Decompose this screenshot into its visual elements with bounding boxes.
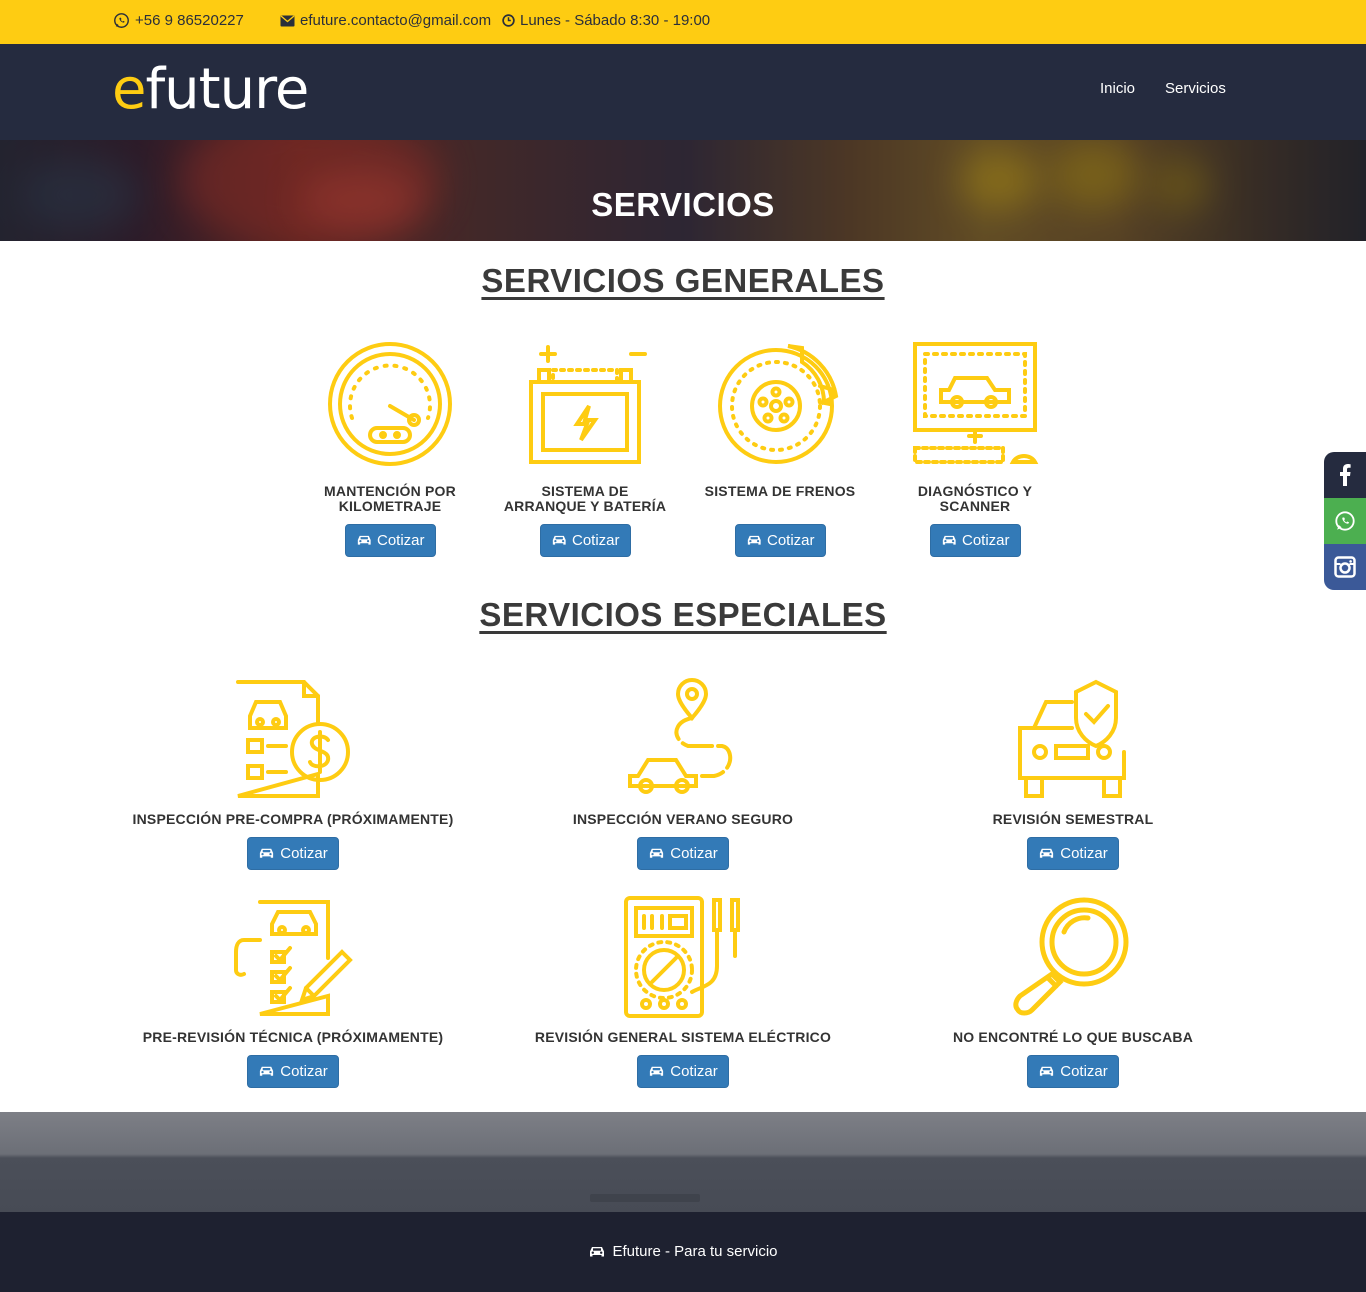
clock-icon: [502, 14, 515, 27]
checklist-icon: [234, 900, 353, 1016]
brake-disc-icon: [718, 344, 839, 464]
logo-text: future: [145, 57, 309, 122]
car-icon: [747, 535, 761, 545]
cotizar-button[interactable]: Cotizar: [247, 1055, 339, 1088]
service-pre-revision-tecnica: PRE-REVISIÓN TÉCNICA (PRÓXIMAMENTE) Coti…: [98, 896, 488, 1088]
main-navbar: efuture Inicio Servicios: [0, 44, 1366, 140]
service-label: REVISIÓN GENERAL SISTEMA ELÉCTRICO: [534, 1029, 832, 1045]
opening-hours: Lunes - Sábado 8:30 - 19:00: [502, 12, 710, 29]
magnifier-icon: [1013, 897, 1129, 1016]
footer-image-band: [0, 1112, 1366, 1212]
car-icon: [1040, 1066, 1054, 1076]
logo-e: e: [112, 57, 146, 122]
car-icon: [552, 535, 566, 545]
service-label: INSPECCIÓN VERANO SEGURO: [572, 811, 794, 827]
footer-copyright: Efuture - Para tu servicio: [612, 1243, 778, 1260]
service-diagnostico: DIAGNÓSTICO Y SCANNER Cotizar: [895, 340, 1055, 557]
car-shield-icon: [1018, 679, 1126, 798]
section-title-generales: SERVICIOS GENERALES: [481, 262, 885, 299]
car-route-icon: [628, 678, 733, 794]
service-inspeccion-pre-compra: INSPECCIÓN PRE-COMPRA (PRÓXIMAMENTE) Cot…: [98, 678, 488, 870]
email-contact[interactable]: efuture.contacto@gmail.com: [280, 12, 491, 29]
cotizar-button[interactable]: Cotizar: [539, 524, 631, 557]
multimeter-icon: [624, 896, 740, 1018]
car-icon: [260, 848, 274, 858]
footer: Efuture - Para tu servicio: [0, 1212, 1366, 1292]
cotizar-button[interactable]: Cotizar: [637, 1055, 729, 1088]
diagnostic-computer-icon: [913, 342, 1039, 464]
service-label: INSPECCIÓN PRE-COMPRA (PRÓXIMAMENTE): [132, 811, 454, 827]
cotizar-button[interactable]: Cotizar: [247, 837, 339, 870]
service-no-encontre: NO ENCONTRÉ LO QUE BUSCABA Cotizar: [878, 896, 1268, 1088]
hero-banner: SERVICIOS: [0, 140, 1366, 241]
service-revision-semestral: REVISIÓN SEMESTRAL Cotizar: [878, 678, 1268, 870]
service-label: REVISIÓN SEMESTRAL: [992, 811, 1154, 827]
hours-text: Lunes - Sábado 8:30 - 19:00: [520, 12, 711, 29]
service-label: SISTEMA DE FRENOS: [704, 483, 856, 499]
cotizar-button[interactable]: Cotizar: [929, 524, 1021, 557]
car-invoice-icon: [236, 680, 350, 798]
car-icon: [357, 535, 371, 545]
cotizar-button[interactable]: Cotizar: [734, 524, 826, 557]
service-mantencion: MANTENCIÓN POR KILOMETRAJE Cotizar: [310, 340, 470, 557]
instagram-link[interactable]: [1324, 544, 1366, 590]
service-verano-seguro: INSPECCIÓN VERANO SEGURO Cotizar: [488, 678, 878, 870]
facebook-link[interactable]: [1324, 452, 1366, 498]
whatsapp-icon: [114, 13, 129, 28]
service-arranque: SISTEMA DE ARRANQUE Y BATERÍA Cotizar: [500, 340, 670, 557]
nav-servicios[interactable]: Servicios: [1165, 80, 1226, 97]
section-title-especiales: SERVICIOS ESPECIALES: [479, 596, 887, 633]
service-sistema-electrico: REVISIÓN GENERAL SISTEMA ELÉCTRICO Cotiz…: [488, 896, 878, 1088]
service-label: DIAGNÓSTICO Y SCANNER: [917, 483, 1033, 514]
page-title: SERVICIOS: [591, 186, 775, 223]
facebook-icon: [1340, 464, 1351, 486]
envelope-icon: [280, 15, 295, 26]
logo[interactable]: efuture: [112, 57, 309, 122]
cotizar-button[interactable]: Cotizar: [1027, 837, 1119, 870]
battery-icon: [529, 345, 647, 464]
nav-inicio[interactable]: Inicio: [1100, 80, 1135, 97]
phone-contact[interactable]: +56 9 86520227: [113, 12, 244, 29]
car-icon: [942, 535, 956, 545]
top-contact-bar: +56 9 86520227 efuture.contacto@gmail.co…: [0, 0, 1366, 44]
service-label: MANTENCIÓN POR KILOMETRAJE: [324, 483, 456, 514]
whatsapp-icon: [1335, 511, 1355, 531]
car-icon: [590, 1246, 605, 1256]
footer-text: Efuture - Para tu servicio: [0, 1243, 1366, 1260]
email-address: efuture.contacto@gmail.com: [300, 12, 492, 29]
cotizar-button[interactable]: Cotizar: [344, 524, 436, 557]
car-icon: [260, 1066, 274, 1076]
service-label: PRE-REVISIÓN TÉCNICA (PRÓXIMAMENTE): [142, 1029, 444, 1045]
cotizar-button[interactable]: Cotizar: [1027, 1055, 1119, 1088]
service-frenos: SISTEMA DE FRENOS Cotizar: [700, 340, 860, 557]
cotizar-button[interactable]: Cotizar: [637, 837, 729, 870]
car-icon: [1040, 848, 1054, 858]
instagram-icon: [1334, 556, 1356, 578]
service-label: SISTEMA DE ARRANQUE Y BATERÍA: [503, 483, 667, 514]
car-icon: [650, 848, 664, 858]
service-label: NO ENCONTRÉ LO QUE BUSCABA: [952, 1029, 1194, 1045]
phone-number: +56 9 86520227: [135, 12, 244, 29]
car-icon: [650, 1066, 664, 1076]
speedometer-icon: [328, 342, 452, 466]
whatsapp-link[interactable]: [1324, 498, 1366, 544]
